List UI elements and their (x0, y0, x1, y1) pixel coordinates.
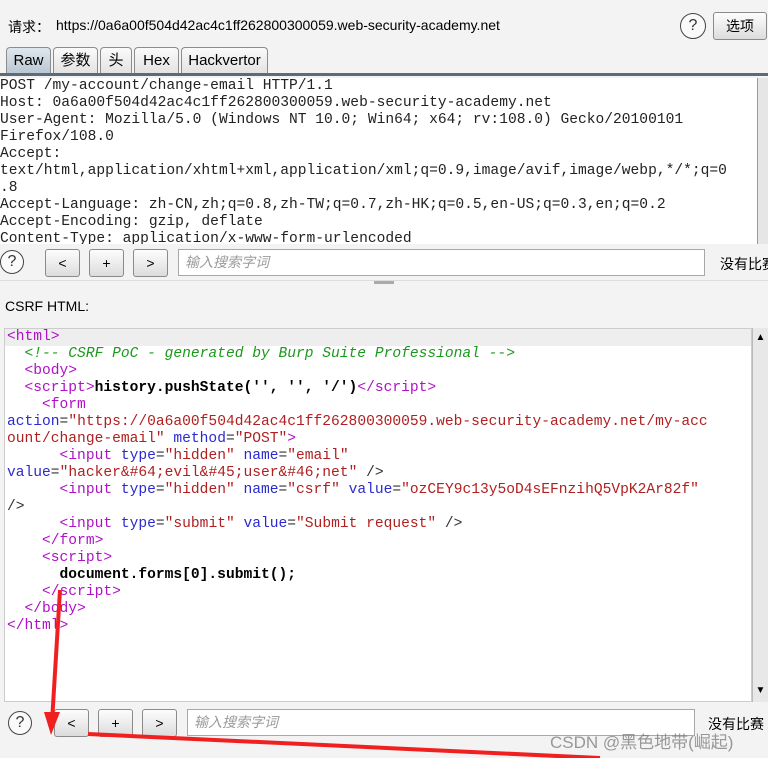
arrow-line (50, 589, 62, 723)
arrowhead-icon (44, 712, 60, 735)
arrow-line (87, 732, 601, 758)
annotation-arrows (44, 589, 601, 758)
watermark: CSDN @黑色地带(崛起) (550, 733, 734, 752)
